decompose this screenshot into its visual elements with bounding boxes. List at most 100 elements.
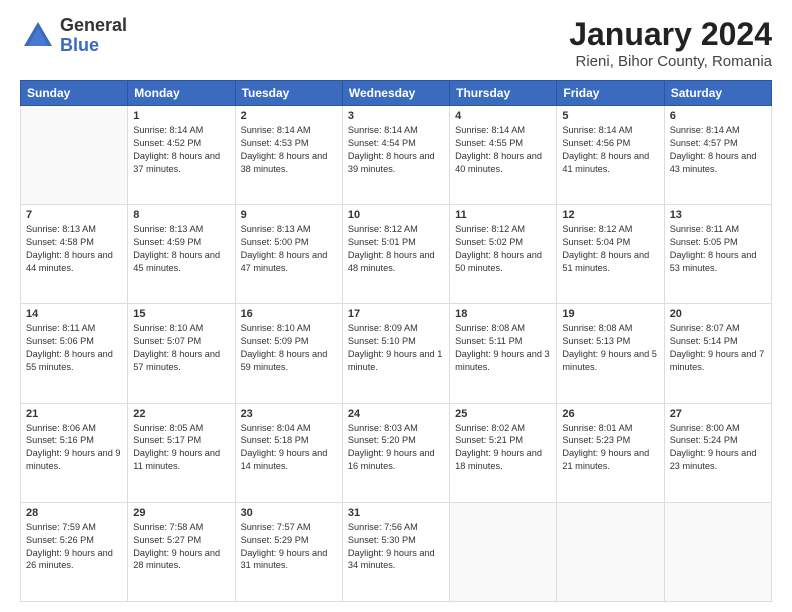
day-number: 10 [348, 209, 444, 221]
day-info: Sunrise: 8:13 AMSunset: 4:59 PMDaylight:… [133, 223, 229, 275]
weekday-header-thursday: Thursday [450, 81, 557, 106]
day-number: 3 [348, 110, 444, 122]
day-number: 6 [670, 110, 766, 122]
location: Rieni, Bihor County, Romania [569, 53, 772, 70]
month-title: January 2024 [569, 16, 772, 53]
week-row-2: 7Sunrise: 8:13 AMSunset: 4:58 PMDaylight… [21, 205, 772, 304]
calendar-cell [557, 502, 664, 601]
calendar-cell: 12 Sunrise: 8:12 AMSunset: 5:04 PMDayligh… [557, 205, 664, 304]
day-info: Sunrise: 8:05 AMSunset: 5:17 PMDaylight:… [133, 422, 229, 474]
week-row-4: 21 Sunrise: 8:06 AMSunset: 5:16 PMDayligh… [21, 403, 772, 502]
day-number: 13 [670, 209, 766, 221]
day-number: 5 [562, 110, 658, 122]
day-info: Sunrise: 8:12 AMSunset: 5:02 PMDaylight:… [455, 223, 551, 275]
day-number: 18 [455, 308, 551, 320]
header: General Blue January 2024 Rieni, Bihor C… [20, 16, 772, 70]
calendar-cell: 29 Sunrise: 7:58 AMSunset: 5:27 PMDayligh… [128, 502, 235, 601]
calendar-cell: 20 Sunrise: 8:07 AMSunset: 5:14 PMDayligh… [664, 304, 771, 403]
day-info: Sunrise: 8:12 AMSunset: 5:01 PMDaylight:… [348, 223, 444, 275]
calendar-cell: 9Sunrise: 8:13 AMSunset: 5:00 PMDaylight… [235, 205, 342, 304]
week-row-1: 1Sunrise: 8:14 AMSunset: 4:52 PMDaylight… [21, 106, 772, 205]
day-info: Sunrise: 8:06 AMSunset: 5:16 PMDaylight:… [26, 422, 122, 474]
day-number: 2 [241, 110, 337, 122]
day-info: Sunrise: 7:57 AMSunset: 5:29 PMDaylight:… [241, 521, 337, 573]
day-info: Sunrise: 8:07 AMSunset: 5:14 PMDaylight:… [670, 322, 766, 374]
day-info: Sunrise: 8:11 AMSunset: 5:05 PMDaylight:… [670, 223, 766, 275]
day-number: 8 [133, 209, 229, 221]
day-info: Sunrise: 8:14 AMSunset: 4:54 PMDaylight:… [348, 124, 444, 176]
day-number: 19 [562, 308, 658, 320]
weekday-header-tuesday: Tuesday [235, 81, 342, 106]
weekday-header-friday: Friday [557, 81, 664, 106]
day-info: Sunrise: 8:02 AMSunset: 5:21 PMDaylight:… [455, 422, 551, 474]
calendar-cell: 21 Sunrise: 8:06 AMSunset: 5:16 PMDayligh… [21, 403, 128, 502]
calendar-cell [21, 106, 128, 205]
day-number: 14 [26, 308, 122, 320]
calendar-cell: 6Sunrise: 8:14 AMSunset: 4:57 PMDaylight… [664, 106, 771, 205]
day-number: 31 [348, 507, 444, 519]
day-info: Sunrise: 8:04 AMSunset: 5:18 PMDaylight:… [241, 422, 337, 474]
calendar-cell: 25 Sunrise: 8:02 AMSunset: 5:21 PMDayligh… [450, 403, 557, 502]
calendar-cell: 10 Sunrise: 8:12 AMSunset: 5:01 PMDayligh… [342, 205, 449, 304]
day-number: 29 [133, 507, 229, 519]
calendar-cell: 17Sunrise: 8:09 AMSunset: 5:10 PMDayligh… [342, 304, 449, 403]
day-number: 30 [241, 507, 337, 519]
day-info: Sunrise: 8:01 AMSunset: 5:23 PMDaylight:… [562, 422, 658, 474]
calendar-cell: 4Sunrise: 8:14 AMSunset: 4:55 PMDaylight… [450, 106, 557, 205]
day-number: 23 [241, 408, 337, 420]
calendar-cell: 31 Sunrise: 7:56 AMSunset: 5:30 PMDayligh… [342, 502, 449, 601]
logo-text: General Blue [60, 16, 127, 56]
day-info: Sunrise: 8:11 AMSunset: 5:06 PMDaylight:… [26, 322, 122, 374]
calendar-cell: 27Sunrise: 8:00 AMSunset: 5:24 PMDayligh… [664, 403, 771, 502]
day-number: 1 [133, 110, 229, 122]
logo-general: General [60, 16, 127, 36]
day-number: 25 [455, 408, 551, 420]
calendar: SundayMondayTuesdayWednesdayThursdayFrid… [20, 80, 772, 602]
weekday-header-monday: Monday [128, 81, 235, 106]
calendar-cell: 30 Sunrise: 7:57 AMSunset: 5:29 PMDayligh… [235, 502, 342, 601]
calendar-cell: 22Sunrise: 8:05 AMSunset: 5:17 PMDayligh… [128, 403, 235, 502]
day-number: 9 [241, 209, 337, 221]
day-number: 15 [133, 308, 229, 320]
day-info: Sunrise: 8:08 AMSunset: 5:11 PMDaylight:… [455, 322, 551, 374]
calendar-cell: 24Sunrise: 8:03 AMSunset: 5:20 PMDayligh… [342, 403, 449, 502]
calendar-cell: 11Sunrise: 8:12 AMSunset: 5:02 PMDayligh… [450, 205, 557, 304]
logo-icon [20, 18, 56, 54]
weekday-header-row: SundayMondayTuesdayWednesdayThursdayFrid… [21, 81, 772, 106]
calendar-cell: 7Sunrise: 8:13 AMSunset: 4:58 PMDaylight… [21, 205, 128, 304]
calendar-cell [664, 502, 771, 601]
day-number: 20 [670, 308, 766, 320]
day-number: 4 [455, 110, 551, 122]
week-row-5: 28 Sunrise: 7:59 AMSunset: 5:26 PMDayligh… [21, 502, 772, 601]
calendar-cell: 18 Sunrise: 8:08 AMSunset: 5:11 PMDayligh… [450, 304, 557, 403]
title-section: January 2024 Rieni, Bihor County, Romani… [569, 16, 772, 70]
day-info: Sunrise: 8:10 AMSunset: 5:07 PMDaylight:… [133, 322, 229, 374]
day-info: Sunrise: 8:09 AMSunset: 5:10 PMDaylight:… [348, 322, 444, 374]
day-info: Sunrise: 7:58 AMSunset: 5:27 PMDaylight:… [133, 521, 229, 573]
day-info: Sunrise: 7:56 AMSunset: 5:30 PMDaylight:… [348, 521, 444, 573]
calendar-cell: 19Sunrise: 8:08 AMSunset: 5:13 PMDayligh… [557, 304, 664, 403]
day-number: 24 [348, 408, 444, 420]
day-info: Sunrise: 7:59 AMSunset: 5:26 PMDaylight:… [26, 521, 122, 573]
calendar-cell: 23 Sunrise: 8:04 AMSunset: 5:18 PMDayligh… [235, 403, 342, 502]
day-number: 28 [26, 507, 122, 519]
day-info: Sunrise: 8:10 AMSunset: 5:09 PMDaylight:… [241, 322, 337, 374]
day-number: 16 [241, 308, 337, 320]
day-info: Sunrise: 8:12 AMSunset: 5:04 PMDaylight:… [562, 223, 658, 275]
calendar-cell: 14 Sunrise: 8:11 AMSunset: 5:06 PMDayligh… [21, 304, 128, 403]
calendar-cell: 26Sunrise: 8:01 AMSunset: 5:23 PMDayligh… [557, 403, 664, 502]
page: General Blue January 2024 Rieni, Bihor C… [0, 0, 792, 612]
weekday-header-saturday: Saturday [664, 81, 771, 106]
calendar-cell: 2 Sunrise: 8:14 AMSunset: 4:53 PMDaylight… [235, 106, 342, 205]
calendar-cell [450, 502, 557, 601]
calendar-cell: 1Sunrise: 8:14 AMSunset: 4:52 PMDaylight… [128, 106, 235, 205]
calendar-cell: 13 Sunrise: 8:11 AMSunset: 5:05 PMDayligh… [664, 205, 771, 304]
logo: General Blue [20, 16, 127, 56]
calendar-cell: 5 Sunrise: 8:14 AMSunset: 4:56 PMDaylight… [557, 106, 664, 205]
day-info: Sunrise: 8:14 AMSunset: 4:56 PMDaylight:… [562, 124, 658, 176]
day-number: 12 [562, 209, 658, 221]
day-info: Sunrise: 8:14 AMSunset: 4:53 PMDaylight:… [241, 124, 337, 176]
day-number: 21 [26, 408, 122, 420]
day-info: Sunrise: 8:13 AMSunset: 4:58 PMDaylight:… [26, 223, 122, 275]
weekday-header-wednesday: Wednesday [342, 81, 449, 106]
